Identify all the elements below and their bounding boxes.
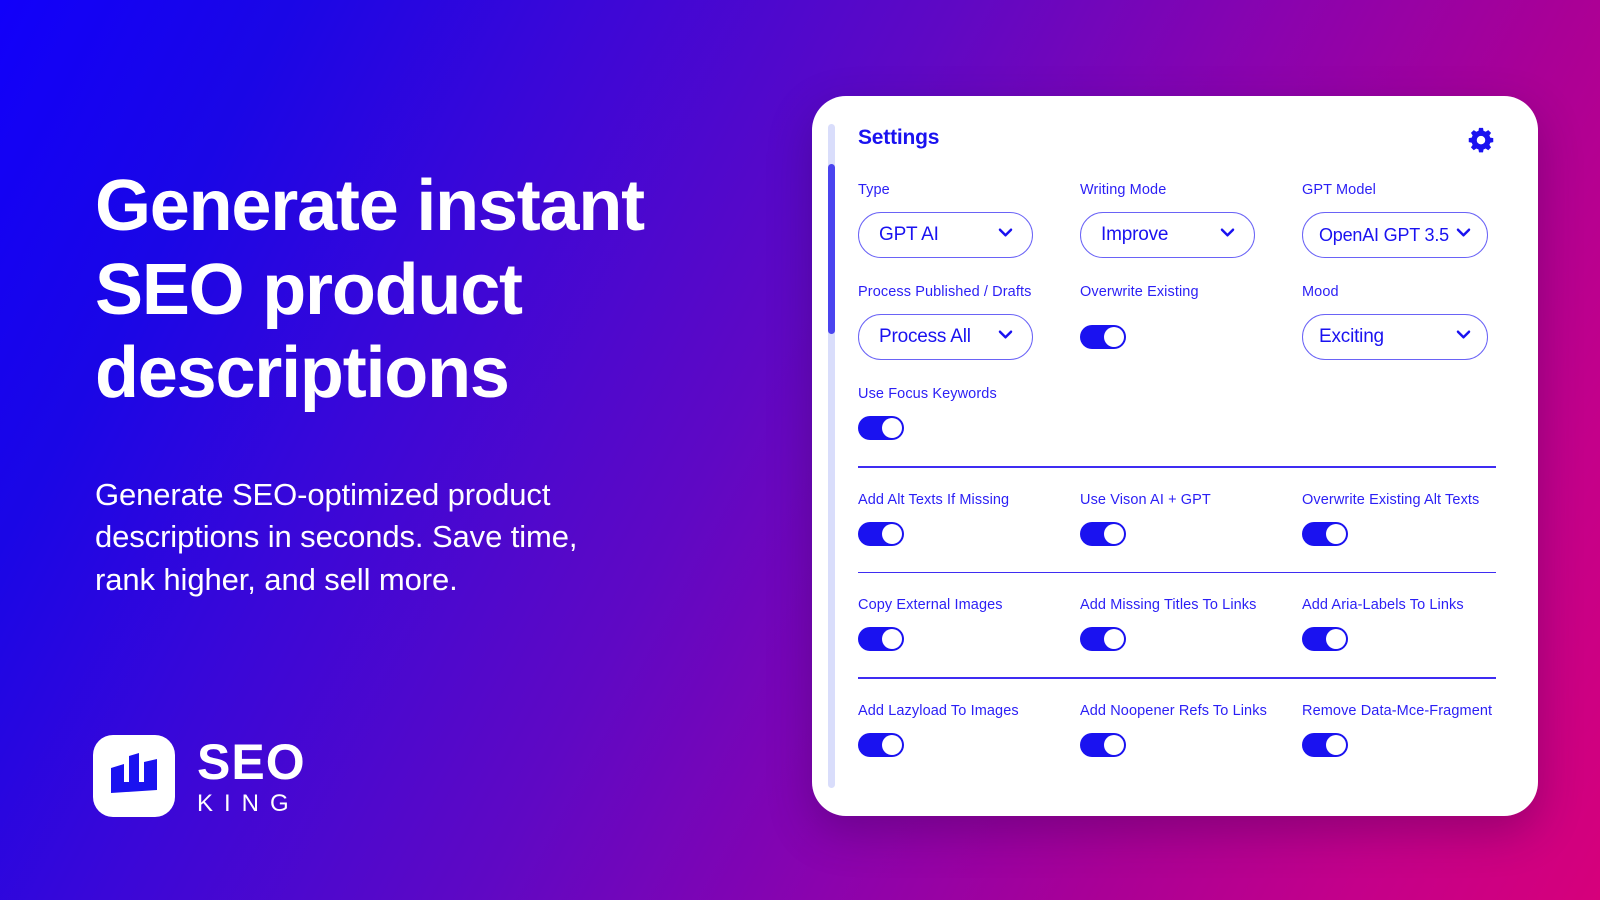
page-title: Generate instant SEO product description… — [95, 166, 645, 414]
brand-logo: SEO KING — [93, 735, 306, 817]
toggle-overwrite-existing-alt-texts[interactable] — [1302, 521, 1348, 546]
field-label-add-alt-texts-if-missing: Add Alt Texts If Missing — [858, 491, 1010, 508]
field-overwrite-existing-alt-texts: Overwrite Existing Alt Texts — [1302, 492, 1496, 546]
field-add-missing-titles-to-links: Add Missing Titles To Links — [1080, 597, 1302, 651]
chevron-down-icon — [996, 223, 1015, 247]
settings-row-toggles-1: Add Alt Texts If Missing Use Vison AI + … — [858, 492, 1496, 546]
field-type: Type GPT AI — [858, 182, 1080, 258]
toggle-add-alt-texts-if-missing[interactable] — [858, 521, 904, 546]
select-type-value: GPT AI — [879, 224, 939, 245]
divider — [858, 677, 1496, 679]
field-process-published-drafts: Process Published / Drafts Process All — [858, 284, 1080, 360]
select-mood-value: Exciting — [1319, 326, 1384, 347]
field-label-use-vison-ai-gpt: Use Vison AI + GPT — [1080, 491, 1211, 508]
field-use-vison-ai-gpt: Use Vison AI + GPT — [1080, 492, 1302, 546]
field-mood: Mood Exciting — [1302, 284, 1496, 360]
field-label-mood: Mood — [1302, 284, 1339, 300]
field-label-add-noopener-refs-to-links: Add Noopener Refs To Links — [1080, 702, 1267, 719]
field-overwrite-existing: Overwrite Existing — [1080, 284, 1302, 360]
settings-row-selects-2: Process Published / Drafts Process All O… — [858, 284, 1496, 360]
select-gpt-model-value: OpenAI GPT 3.5 — [1319, 224, 1449, 245]
toggle-add-aria-labels-to-links[interactable] — [1302, 627, 1348, 651]
field-add-alt-texts-if-missing: Add Alt Texts If Missing — [858, 492, 1080, 546]
field-label-overwrite-existing-alt-texts: Overwrite Existing Alt Texts — [1302, 491, 1480, 508]
field-label-add-missing-titles-to-links: Add Missing Titles To Links — [1080, 597, 1257, 613]
hero-subtitle: Generate SEO-optimized product descripti… — [95, 476, 578, 598]
divider — [858, 466, 1496, 468]
select-gpt-model[interactable]: OpenAI GPT 3.5 — [1302, 212, 1488, 258]
field-label-overwrite-existing: Overwrite Existing — [1080, 284, 1199, 300]
card-title: Settings — [858, 126, 940, 149]
divider — [858, 571, 1496, 573]
settings-row-toggles-3: Add Lazyload To Images Add Noopener Refs… — [858, 703, 1496, 757]
toggle-remove-data-mce-fragment[interactable] — [1302, 732, 1348, 757]
field-add-aria-labels-to-links: Add Aria-Labels To Links — [1302, 597, 1496, 651]
field-remove-data-mce-fragment: Remove Data-Mce-Fragment — [1302, 703, 1496, 757]
card-header: Settings — [858, 126, 1496, 156]
field-add-lazyload-to-images: Add Lazyload To Images — [858, 703, 1080, 757]
select-type[interactable]: GPT AI — [858, 212, 1033, 258]
settings-card: Settings Type GPT AI Writing Mode Improv… — [812, 96, 1538, 816]
toggle-add-noopener-refs-to-links[interactable] — [1080, 732, 1126, 757]
chevron-down-icon — [996, 325, 1015, 349]
field-label-writing-mode: Writing Mode — [1080, 182, 1167, 198]
select-process-published-drafts-value: Process All — [879, 326, 971, 347]
chevron-down-icon — [1454, 223, 1473, 247]
field-writing-mode: Writing Mode Improve — [1080, 182, 1302, 258]
toggle-use-focus-keywords[interactable] — [858, 416, 904, 440]
field-use-focus-keywords: Use Focus Keywords — [858, 386, 1080, 440]
field-add-noopener-refs-to-links: Add Noopener Refs To Links — [1080, 703, 1302, 757]
chevron-down-icon — [1218, 223, 1237, 247]
select-process-published-drafts[interactable]: Process All — [858, 314, 1033, 360]
field-label-process-published-drafts: Process Published / Drafts — [858, 284, 1032, 300]
crown-bar-chart-icon — [109, 752, 159, 801]
gear-icon[interactable] — [1466, 126, 1496, 156]
chevron-down-icon — [1454, 325, 1473, 349]
settings-row-toggles-2: Copy External Images Add Missing Titles … — [858, 597, 1496, 651]
field-label-add-aria-labels-to-links: Add Aria-Labels To Links — [1302, 597, 1464, 613]
scrollbar-thumb[interactable] — [828, 164, 835, 334]
toggle-add-missing-titles-to-links[interactable] — [1080, 627, 1126, 651]
toggle-copy-external-images[interactable] — [858, 627, 904, 651]
hero-section: Generate instant SEO product description… — [95, 165, 775, 602]
select-writing-mode-value: Improve — [1101, 224, 1169, 245]
settings-row-selects-1: Type GPT AI Writing Mode Improve GPT Mod… — [858, 182, 1496, 258]
field-copy-external-images: Copy External Images — [858, 597, 1080, 651]
settings-row-focus-keywords: Use Focus Keywords — [858, 386, 1496, 440]
toggle-add-lazyload-to-images[interactable] — [858, 732, 904, 757]
field-label-add-lazyload-to-images: Add Lazyload To Images — [858, 702, 1019, 719]
logo-name: SEO — [197, 733, 306, 790]
field-label-remove-data-mce-fragment: Remove Data-Mce-Fragment — [1302, 702, 1493, 719]
field-label-use-focus-keywords: Use Focus Keywords — [858, 386, 997, 402]
field-gpt-model: GPT Model OpenAI GPT 3.5 — [1302, 182, 1496, 258]
field-label-copy-external-images: Copy External Images — [858, 597, 1003, 613]
field-label-gpt-model: GPT Model — [1302, 182, 1376, 198]
select-writing-mode[interactable]: Improve — [1080, 212, 1255, 258]
logo-wordmark: SEO KING — [197, 737, 306, 816]
logo-tagline: KING — [197, 789, 300, 817]
toggle-overwrite-existing[interactable] — [1080, 325, 1126, 349]
field-label-type: Type — [858, 182, 890, 198]
scrollbar-track[interactable] — [828, 124, 835, 788]
logo-mark — [93, 735, 175, 817]
select-mood[interactable]: Exciting — [1302, 314, 1488, 360]
toggle-use-vison-ai-gpt[interactable] — [1080, 521, 1126, 546]
